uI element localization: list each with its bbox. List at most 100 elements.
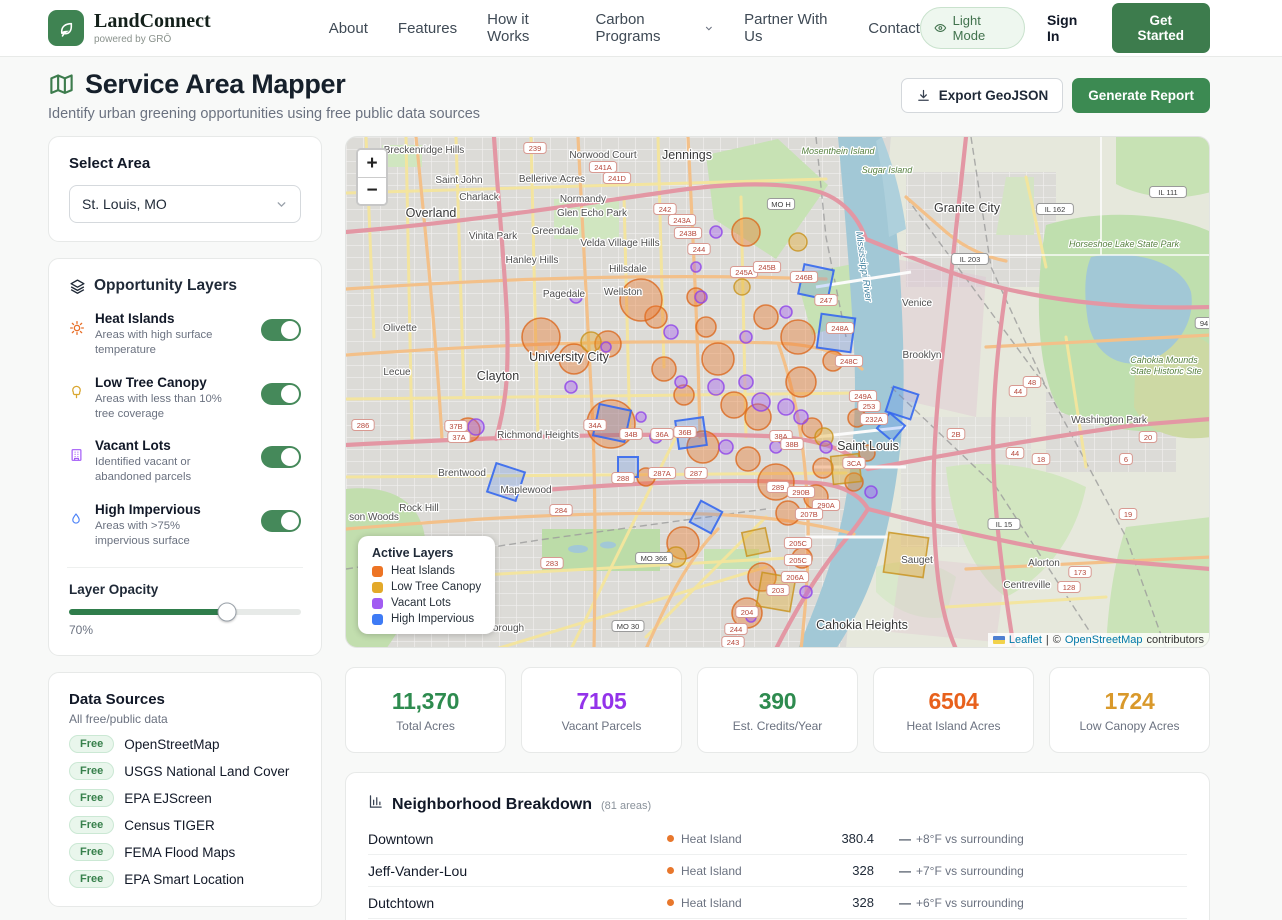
data-source-name: FEMA Flood Maps xyxy=(124,845,235,860)
svg-text:247: 247 xyxy=(820,296,833,305)
table-row[interactable]: Jeff-Vander-LouHeat Island328—+7°F vs su… xyxy=(368,855,1187,887)
row-note: —+7°F vs surrounding xyxy=(899,864,1187,878)
data-source-name: EPA EJScreen xyxy=(124,791,212,806)
opacity-slider[interactable] xyxy=(69,609,301,615)
table-row[interactable]: DowntownHeat Island380.4—+8°F vs surroun… xyxy=(368,823,1187,855)
app-header: LandConnect powered by GRŌ About Features… xyxy=(0,0,1282,57)
data-source-row: FreeOpenStreetMap xyxy=(69,735,301,753)
data-source-row: Free EPA EJScreen xyxy=(69,789,301,807)
light-mode-toggle[interactable]: Light Mode xyxy=(920,7,1025,49)
neighborhood-name: Downtown xyxy=(368,831,637,847)
layer-name: High Impervious xyxy=(95,502,223,517)
area-select[interactable]: St. Louis, MO xyxy=(69,185,301,223)
bar-chart-icon xyxy=(368,794,383,809)
data-source-name: Census TIGER xyxy=(124,818,215,833)
nav-link-about[interactable]: About xyxy=(329,20,368,37)
layer-name: Heat Islands xyxy=(95,311,223,326)
zoom-out-button[interactable]: − xyxy=(358,177,386,204)
svg-text:Centreville: Centreville xyxy=(1003,580,1051,591)
stat-label: Low Canopy Acres xyxy=(1079,719,1179,733)
layer-row-high-impervious: High Impervious Areas with >75% imperviou… xyxy=(69,502,301,550)
svg-text:Brentwood: Brentwood xyxy=(438,468,486,479)
svg-text:203: 203 xyxy=(772,586,785,595)
free-badge: Free xyxy=(69,789,114,807)
svg-text:Alorton: Alorton xyxy=(1028,558,1060,569)
legend-swatch xyxy=(372,598,383,609)
svg-text:MO H: MO H xyxy=(771,200,791,209)
svg-text:Wellston: Wellston xyxy=(604,287,642,298)
zoom-in-button[interactable]: + xyxy=(358,150,386,177)
select-area-card: Select Area St. Louis, MO xyxy=(48,136,322,242)
svg-text:Washington Park: Washington Park xyxy=(1071,415,1148,426)
row-tag: Heat Island xyxy=(637,864,809,878)
nav-link-how-it-works[interactable]: How it Works xyxy=(487,11,565,45)
svg-text:245A: 245A xyxy=(735,268,753,277)
layer-toggle-low-tree-canopy[interactable] xyxy=(261,383,301,405)
svg-text:37B: 37B xyxy=(449,422,462,431)
legend-swatch xyxy=(372,566,383,577)
logo[interactable]: LandConnect powered by GRŌ xyxy=(48,10,211,46)
row-value: 328 xyxy=(809,895,899,910)
svg-text:Rock Hill: Rock Hill xyxy=(399,503,438,514)
layers-icon xyxy=(69,278,86,295)
layer-toggle-vacant-lots[interactable] xyxy=(261,446,301,468)
svg-text:34A: 34A xyxy=(588,421,601,430)
export-geojson-button[interactable]: Export GeoJSON xyxy=(901,78,1064,113)
row-tag: Heat Island xyxy=(637,896,809,910)
main-nav: About Features How it Works Carbon Programs… xyxy=(329,11,920,45)
layer-text: High Impervious Areas with >75% imperviou… xyxy=(95,502,223,550)
sidebar: Select Area St. Louis, MO Opportunity La… xyxy=(48,136,322,907)
svg-text:44: 44 xyxy=(1014,387,1022,396)
layer-desc: Areas with less than 10% tree coverage xyxy=(95,392,223,423)
map[interactable]: 239241A241D242243A243B244245A245B246B247… xyxy=(345,136,1210,648)
svg-text:34B: 34B xyxy=(624,430,637,439)
nav-link-contact[interactable]: Contact xyxy=(868,20,920,37)
header-right: Light Mode Sign In Get Started xyxy=(920,3,1210,53)
table-row[interactable]: DutchtownHeat Island328—+6°F vs surround… xyxy=(368,887,1187,919)
legend-item-high-impervious: High Impervious xyxy=(372,613,481,625)
svg-text:University City: University City xyxy=(529,350,610,364)
svg-text:243B: 243B xyxy=(679,229,697,238)
svg-text:242: 242 xyxy=(659,205,672,214)
free-badge: Free xyxy=(69,762,114,780)
area-select-value: St. Louis, MO xyxy=(82,196,167,212)
stat-value: 1724 xyxy=(1105,688,1155,715)
layer-toggle-high-impervious[interactable] xyxy=(261,510,301,532)
layer-name: Low Tree Canopy xyxy=(95,375,223,390)
svg-text:241D: 241D xyxy=(608,174,627,183)
free-badge: Free xyxy=(69,843,114,861)
tag-label: Heat Island xyxy=(681,896,742,910)
breakdown-rows: DowntownHeat Island380.4—+8°F vs surroun… xyxy=(346,823,1209,919)
neighborhood-name: Jeff-Vander-Lou xyxy=(368,863,637,879)
download-icon xyxy=(916,88,931,103)
nav-link-partner-with-us[interactable]: Partner With Us xyxy=(744,11,838,45)
stat-label: Total Acres xyxy=(396,719,455,733)
svg-text:Venice: Venice xyxy=(902,298,932,309)
sign-in-link[interactable]: Sign In xyxy=(1047,12,1090,44)
osm-link[interactable]: OpenStreetMap xyxy=(1065,634,1143,646)
layer-desc: Areas with >75% impervious surface xyxy=(95,519,223,550)
opacity-slider-knob[interactable] xyxy=(217,603,236,622)
nav-link-features[interactable]: Features xyxy=(398,20,457,37)
map-legend: Active Layers Heat IslandsLow Tree Canop… xyxy=(358,536,495,634)
svg-text:36B: 36B xyxy=(678,428,691,437)
get-started-button[interactable]: Get Started xyxy=(1112,3,1210,53)
svg-text:Hillsdale: Hillsdale xyxy=(609,264,647,275)
chevron-down-icon xyxy=(275,198,288,211)
data-sources-title: Data Sources xyxy=(69,691,301,708)
data-source-row: FreeCensus TIGER xyxy=(69,816,301,834)
svg-text:Sauget: Sauget xyxy=(901,555,933,566)
data-source-row: FreeEPA Smart Location xyxy=(69,870,301,888)
main-content: Select Area St. Louis, MO Opportunity La… xyxy=(0,136,1210,920)
svg-text:20: 20 xyxy=(1144,433,1152,442)
svg-text:Lecue: Lecue xyxy=(383,367,411,378)
generate-report-button[interactable]: Generate Report xyxy=(1072,78,1210,113)
leaflet-link[interactable]: Leaflet xyxy=(1009,634,1042,646)
tag-label: Heat Island xyxy=(681,832,742,846)
layer-toggle-heat-islands[interactable] xyxy=(261,319,301,341)
layer-row-vacant-lots: Vacant LotsIdentified vacant or abandone… xyxy=(69,438,301,486)
nav-link-carbon-programs[interactable]: Carbon Programs xyxy=(595,11,714,45)
layer-opacity-label: Layer Opacity xyxy=(69,582,301,597)
svg-text:286: 286 xyxy=(357,421,370,430)
data-source-row: FreeUSGS National Land Cover xyxy=(69,762,301,780)
